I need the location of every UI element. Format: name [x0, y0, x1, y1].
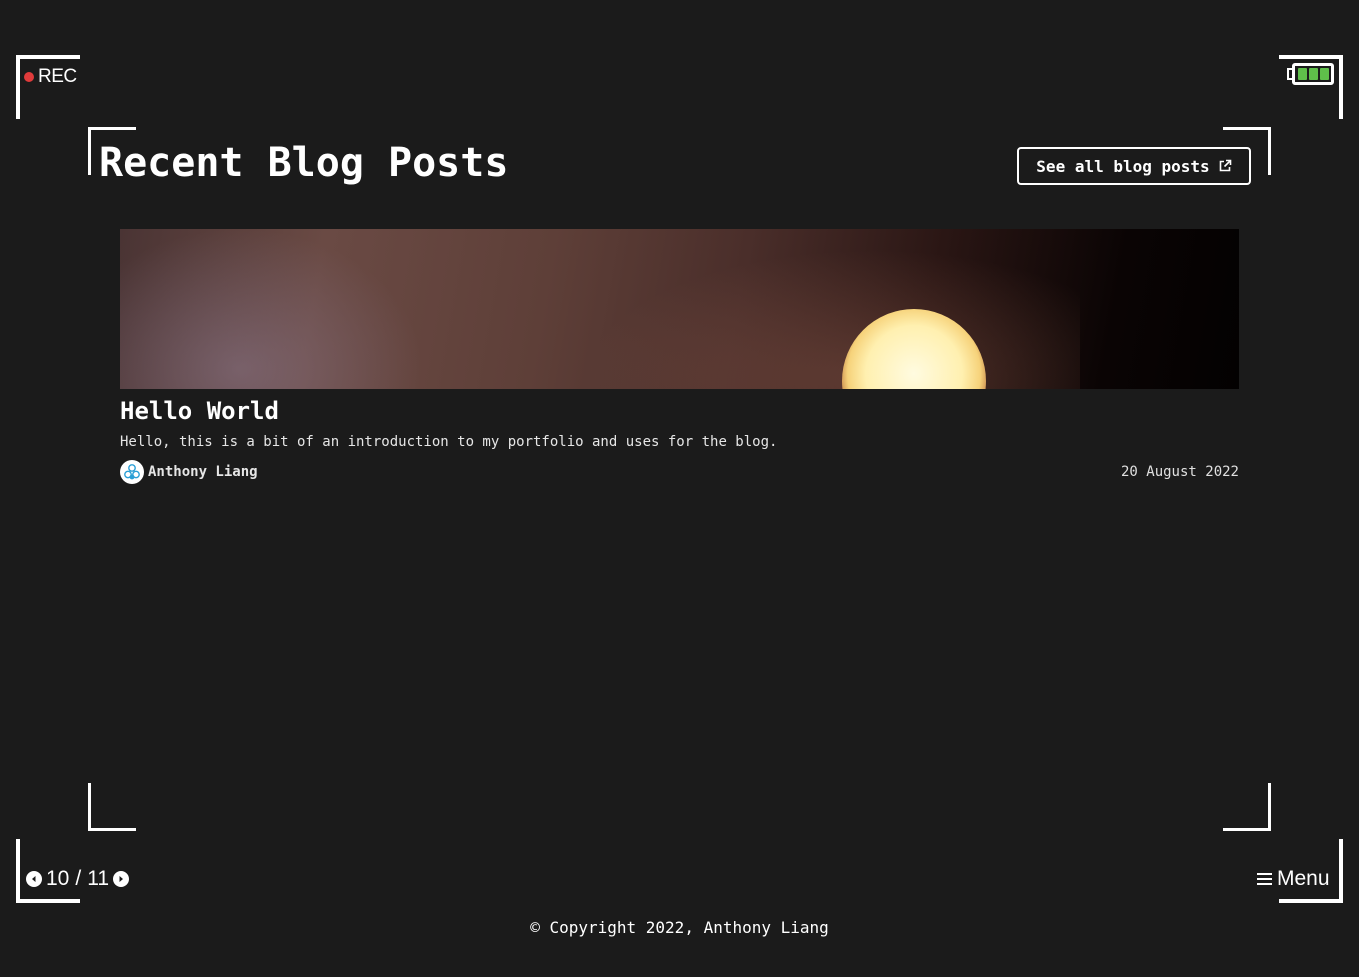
avatar-logo-icon [120, 460, 144, 484]
pager-separator: / [75, 867, 82, 890]
battery-icon [1287, 63, 1334, 85]
content-frame-corner-bottom-right [1223, 783, 1271, 831]
rec-indicator: REC [24, 66, 77, 88]
author-name: Anthony Liang [148, 464, 258, 480]
chevron-left-circle-icon[interactable] [26, 871, 42, 887]
battery-bar [1309, 68, 1318, 80]
footer-copyright: © Copyright 2022, Anthony Liang [530, 918, 829, 937]
see-all-blog-posts-label: See all blog posts [1036, 156, 1210, 176]
chevron-right-circle-icon[interactable] [113, 871, 130, 887]
blog-post-cover-image[interactable] [120, 229, 1239, 389]
hamburger-icon [1257, 873, 1272, 885]
rec-label: REC [38, 66, 77, 87]
pager-total: 11 [87, 867, 110, 890]
blog-post-author: Anthony Liang [120, 460, 258, 484]
blog-post-title[interactable]: Hello World [120, 397, 1239, 425]
battery-bar [1320, 68, 1329, 80]
page-title: Recent Blog Posts [99, 140, 509, 186]
battery-body [1292, 63, 1334, 85]
external-link-icon [1218, 159, 1232, 173]
page: REC Recent Blog Posts See all blog posts… [0, 0, 1359, 977]
pager-current: 10 [46, 867, 70, 890]
content-frame-corner-bottom-left [88, 783, 136, 831]
battery-bar [1298, 68, 1307, 80]
blog-post-card[interactable]: Hello World Hello, this is a bit of an i… [120, 229, 1239, 484]
slide-pager: 10 / 11 [26, 867, 130, 891]
rec-dot-icon [24, 72, 34, 82]
menu-label: Menu [1277, 867, 1330, 890]
menu-button[interactable]: Menu [1257, 867, 1330, 891]
blog-post-description: Hello, this is a bit of an introduction … [120, 434, 778, 450]
cover-glow [560, 239, 1080, 389]
see-all-blog-posts-button[interactable]: See all blog posts [1017, 147, 1251, 185]
blog-post-meta: Anthony Liang 20 August 2022 [120, 460, 1239, 484]
blog-post-date: 20 August 2022 [1120, 464, 1239, 480]
